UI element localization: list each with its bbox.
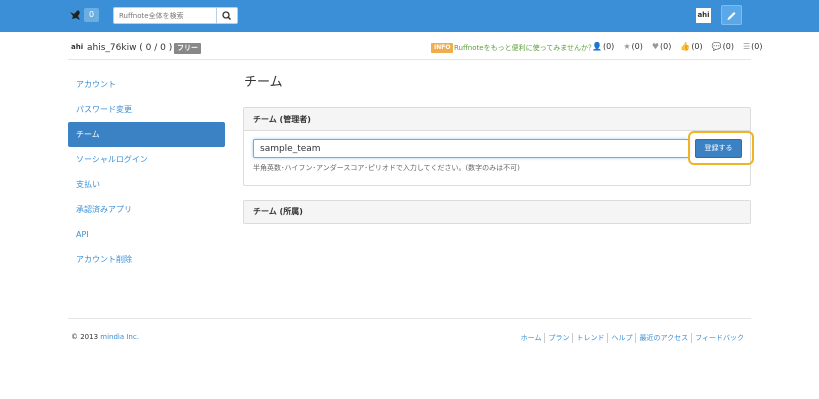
pencil-icon (727, 12, 736, 20)
search-button[interactable] (217, 7, 238, 24)
info-badge: INFO (431, 43, 454, 53)
sidebar-item-authorized-apps[interactable]: 承認済みアプリ (68, 197, 225, 222)
register-button-highlight (688, 131, 754, 165)
notification-badge[interactable]: 0 (84, 8, 99, 22)
copyright-text: © 2013 (71, 333, 101, 341)
member-team-panel: チーム (所属) (243, 200, 751, 224)
user-bar: ahi ahis_76kiw ( 0 / 0 ) ▾ フリー INFO Ruff… (68, 38, 762, 60)
footer-link-recent-access[interactable]: 最近のアクセス (635, 333, 691, 343)
stat-value: (0) (691, 42, 703, 51)
new-note-button[interactable] (721, 5, 742, 25)
footer-divider (68, 318, 751, 319)
stat-likes[interactable]: 👍 (0) (680, 42, 702, 51)
stat-notes[interactable]: ☰ (0) (743, 42, 763, 51)
sidebar-item-password[interactable]: パスワード変更 (68, 97, 225, 122)
user-stats: 👤 (0) ★ (0) ♥ (0) 👍 (0) 💬 (0) ☰ (0) (592, 42, 762, 51)
page-title: チーム (244, 75, 283, 90)
sidebar-item-payment[interactable]: 支払い (68, 172, 225, 197)
user-avatar[interactable]: ahi (696, 8, 711, 23)
mini-avatar: ahi (71, 43, 84, 51)
footer-link-plan[interactable]: プラン (544, 333, 572, 343)
sidebar-item-social-login[interactable]: ソーシャルログイン (68, 147, 225, 172)
search-input[interactable] (113, 7, 217, 24)
star-icon: ★ (623, 42, 631, 51)
team-name-input[interactable] (253, 139, 689, 158)
company-link[interactable]: mindia Inc. (100, 333, 139, 341)
sidebar-item-api[interactable]: API (68, 222, 225, 247)
sidebar-item-delete-account[interactable]: アカウント削除 (68, 247, 225, 272)
footer-link-help[interactable]: ヘルプ (607, 333, 635, 343)
thumbs-up-icon: 👍 (680, 42, 691, 51)
sidebar-item-account[interactable]: アカウント (68, 72, 225, 97)
plan-badge: フリー (174, 43, 201, 54)
member-panel-heading: チーム (所属) (244, 201, 750, 223)
stat-value: (0) (751, 42, 763, 51)
footer-link-home[interactable]: ホーム (518, 333, 545, 343)
footer-link-feedback[interactable]: フィードバック (691, 333, 747, 343)
heart-icon: ♥ (651, 42, 659, 51)
stat-hearts[interactable]: ♥ (0) (652, 42, 672, 51)
footer-link-trend[interactable]: トレンド (572, 333, 607, 343)
comments-icon: 💬 (711, 42, 722, 51)
search-icon (222, 11, 232, 21)
stat-users[interactable]: 👤 (0) (592, 42, 614, 51)
input-hint: 半角英数･ハイフン･アンダースコア･ピリオドで入力してください。(数字のみは不可… (253, 164, 520, 172)
user-icon: 👤 (592, 42, 602, 51)
stat-value: (0) (660, 42, 672, 51)
copyright: © 2013 mindia Inc. (71, 333, 139, 341)
admin-team-panel: チーム (管理者) 登録する 半角英数･ハイフン･アンダースコア･ピリオドで入力… (243, 107, 751, 186)
stat-value: (0) (602, 42, 615, 51)
username-dropdown[interactable]: ahis_76kiw ( 0 / 0 ) ▾ (87, 43, 180, 53)
top-navbar: 0 ahi (0, 0, 819, 32)
footer-links: ホーム プラン トレンド ヘルプ 最近のアクセス フィードバック (518, 333, 747, 343)
stat-value: (0) (722, 42, 734, 51)
admin-panel-heading: チーム (管理者) (244, 108, 750, 131)
settings-sidebar: アカウント パスワード変更 チーム ソーシャルログイン 支払い 承認済みアプリ … (68, 72, 225, 272)
sidebar-item-team[interactable]: チーム (68, 122, 225, 147)
stat-value: (0) (631, 42, 643, 51)
promo-link[interactable]: Ruffnoteをもっと便利に使ってみませんか？ (454, 43, 595, 53)
stat-comments[interactable]: 💬 (0) (712, 42, 734, 51)
logo-icon[interactable] (68, 8, 82, 22)
stat-stars[interactable]: ★ (0) (623, 42, 643, 51)
list-icon: ☰ (742, 42, 751, 51)
